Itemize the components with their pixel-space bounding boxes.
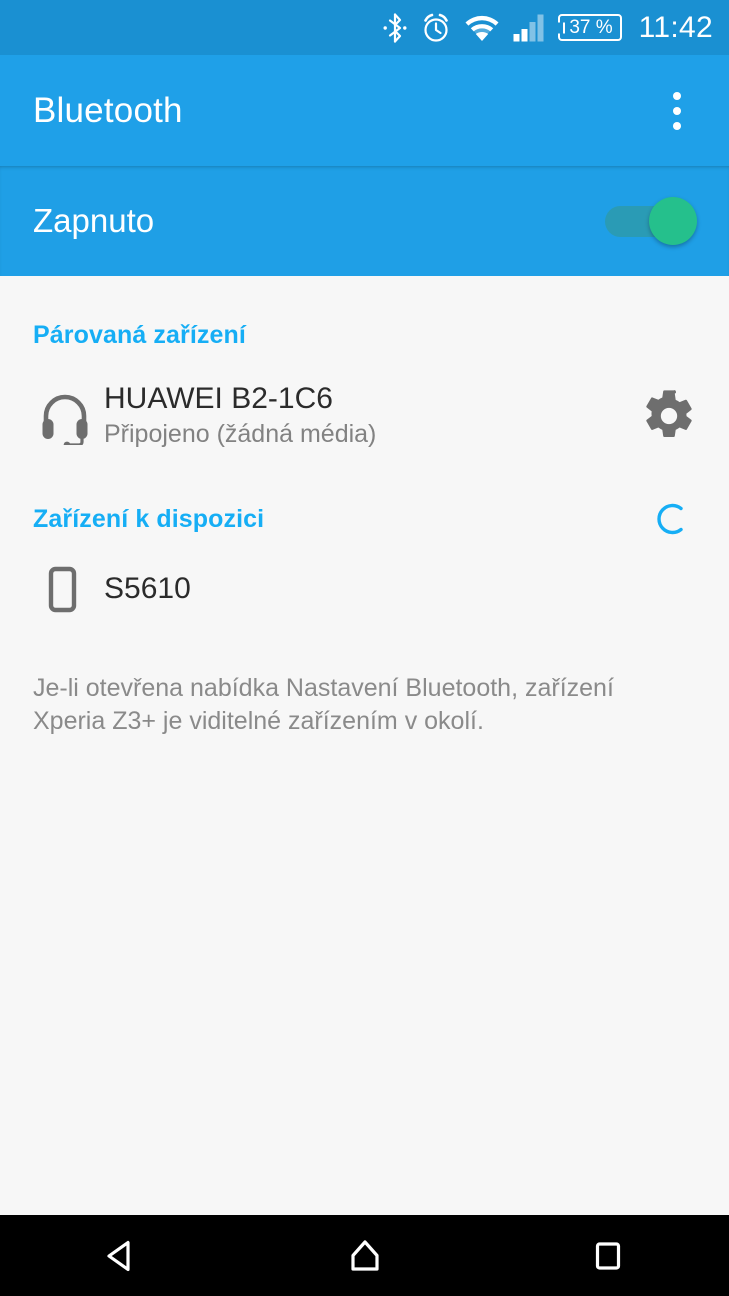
paired-device-name: HUAWEI B2-1C6 — [104, 382, 333, 416]
alarm-icon — [421, 12, 451, 44]
visibility-note: Je-li otevřena nabídka Nastavení Bluetoo… — [33, 674, 614, 735]
available-device-texts: S5610 — [102, 571, 701, 606]
phone-icon — [36, 563, 102, 615]
overflow-dot — [673, 121, 681, 130]
paired-device-texts: HUAWEI B2-1C6 Připojeno (žádná média) — [102, 381, 637, 451]
paired-devices-title: Párovaná zařízení — [33, 320, 246, 349]
paired-device-status: Připojeno (žádná média) — [104, 420, 377, 449]
recents-square-icon[interactable] — [548, 1215, 668, 1296]
gear-icon[interactable] — [637, 388, 701, 444]
android-navigation-bar — [0, 1215, 729, 1296]
bluetooth-icon — [382, 12, 408, 44]
app-bar: Bluetooth — [0, 55, 729, 166]
switch-thumb — [649, 197, 697, 245]
battery-indicator: 37 % — [558, 14, 622, 41]
status-bar-icons: 37 % 11:42 — [382, 12, 713, 44]
available-devices-header: Zařízení k dispozici — [0, 488, 729, 550]
headset-icon — [36, 387, 102, 445]
home-icon[interactable] — [305, 1215, 425, 1296]
overflow-dot — [673, 106, 681, 115]
cellular-signal-icon — [513, 13, 545, 43]
status-bar: 37 % 11:42 — [0, 0, 729, 55]
paired-device-row[interactable]: HUAWEI B2-1C6 Připojeno (žádná média) — [0, 366, 729, 466]
bluetooth-toggle-label: Zapnuto — [33, 202, 155, 239]
paired-devices-header: Párovaná zařízení — [0, 304, 729, 366]
settings-content: Párovaná zařízení HUAWEI B2-1C6 Připojen… — [0, 304, 729, 742]
available-device-row[interactable]: S5610 — [0, 550, 729, 628]
battery-percent-label: 37 % — [569, 17, 613, 38]
bluetooth-toggle-switch[interactable] — [605, 197, 697, 245]
bluetooth-toggle-row[interactable]: Zapnuto — [0, 166, 729, 276]
available-device-name: S5610 — [104, 572, 191, 606]
available-devices-title: Zařízení k dispozici — [33, 504, 265, 533]
page-title: Bluetooth — [33, 90, 183, 130]
overflow-dot — [673, 91, 681, 100]
loading-spinner-icon — [653, 500, 691, 538]
back-triangle-icon[interactable] — [62, 1215, 182, 1296]
wifi-icon — [464, 13, 500, 43]
overflow-menu-icon[interactable] — [653, 81, 701, 141]
status-clock: 11:42 — [638, 10, 713, 44]
